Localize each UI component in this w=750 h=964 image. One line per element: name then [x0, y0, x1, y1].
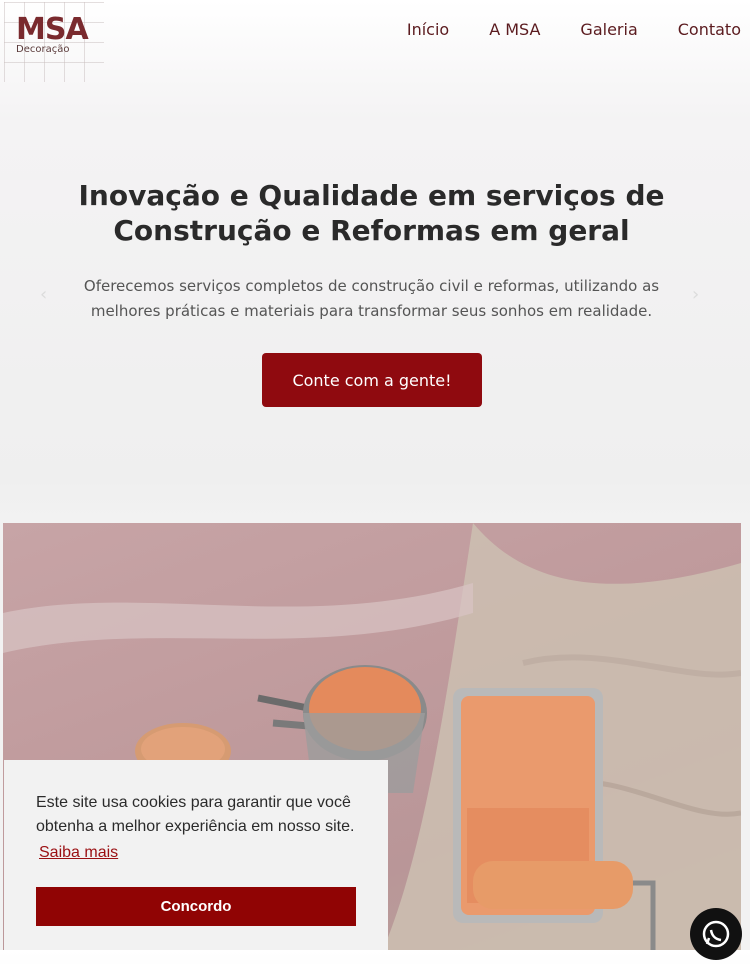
- cookie-accept-button[interactable]: Concordo: [36, 887, 356, 926]
- nav-item-contato[interactable]: Contato: [678, 20, 741, 39]
- hero-title-line2: Construção e Reformas em geral: [113, 214, 630, 247]
- logo-wordmark: MSA: [16, 12, 89, 47]
- cta-button[interactable]: Conte com a gente!: [262, 353, 482, 407]
- cookie-message: Este site usa cookies para garantir que …: [36, 791, 371, 839]
- logo[interactable]: MSA Decoração: [4, 2, 104, 82]
- hero-title-line1: Inovação e Qualidade em serviços de: [78, 179, 665, 212]
- cookie-message-line2: obtenha a melhor experiência em nosso si…: [36, 818, 355, 835]
- nav-item-a-msa[interactable]: A MSA: [489, 20, 540, 39]
- cookie-banner: Este site usa cookies para garantir que …: [4, 760, 388, 950]
- whatsapp-icon: [702, 920, 730, 948]
- hero-subtitle-line1: Oferecemos serviços completos de constru…: [83, 277, 660, 295]
- nav-item-inicio[interactable]: Início: [407, 20, 449, 39]
- whatsapp-button[interactable]: [690, 908, 742, 960]
- cookie-message-line1: Este site usa cookies para garantir que …: [36, 794, 351, 811]
- nav-item-galeria[interactable]: Galeria: [580, 20, 637, 39]
- hero-subtitle-line2: melhores práticas e materiais para trans…: [90, 302, 653, 320]
- cookie-learn-more-link[interactable]: Saiba mais: [39, 844, 118, 862]
- main-nav: Início A MSA Galeria Contato: [407, 20, 741, 39]
- site-header: MSA Decoração Início A MSA Galeria Conta…: [0, 0, 750, 82]
- hero-subtitle: Oferecemos serviços completos de constru…: [0, 274, 743, 324]
- logo-subtitle: Decoração: [16, 44, 70, 55]
- hero-title: Inovação e Qualidade em serviços de Cons…: [0, 178, 743, 248]
